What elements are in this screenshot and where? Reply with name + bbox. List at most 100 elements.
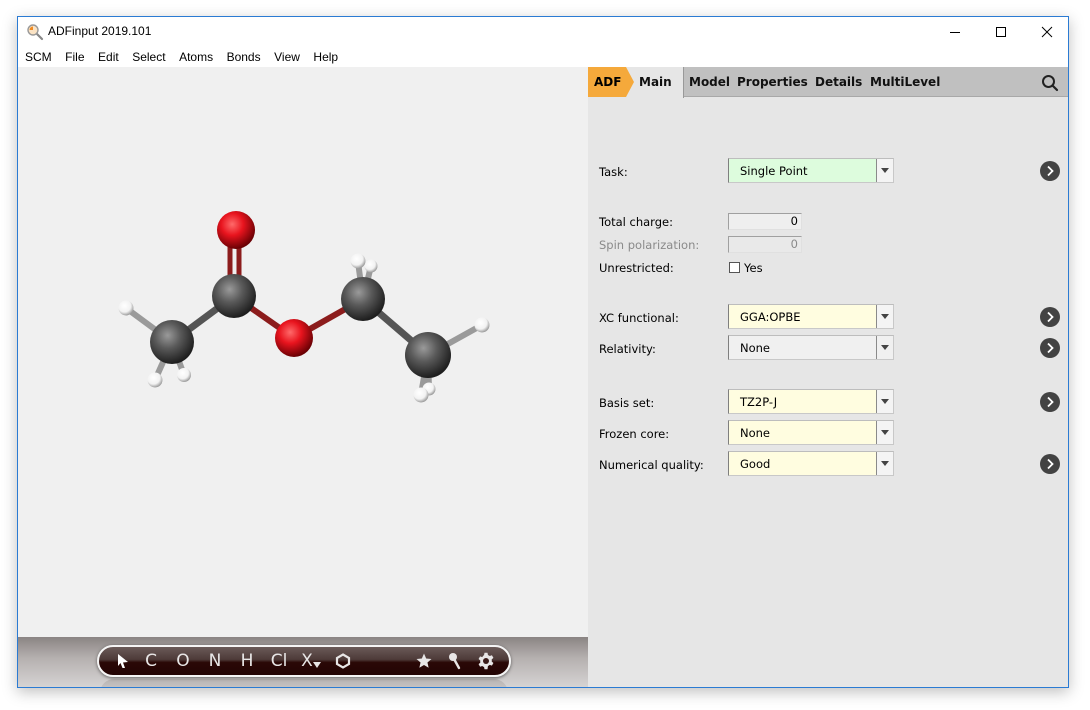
favorites-button[interactable] <box>413 647 435 675</box>
atom-h[interactable] <box>177 368 191 382</box>
basis-set-value: TZ2P-J <box>740 395 778 409</box>
tools-button[interactable] <box>445 647 465 675</box>
chevron-right-icon <box>1047 311 1054 323</box>
close-button[interactable] <box>1024 17 1068 47</box>
build-toolbar-strip: C O N H Cl X <box>18 637 588 687</box>
atom-h[interactable] <box>350 253 366 269</box>
element-n-button[interactable]: N <box>205 647 225 675</box>
tab-multilevel[interactable]: MultiLevel <box>870 75 940 89</box>
atom-c[interactable] <box>150 320 194 364</box>
build-toolbar: C O N H Cl X <box>97 645 511 677</box>
hexagon-icon <box>335 653 351 669</box>
chevron-down-icon <box>881 314 889 319</box>
atom-c[interactable] <box>341 277 385 321</box>
task-value: Single Point <box>740 164 808 178</box>
element-o-button[interactable]: O <box>173 647 193 675</box>
menu-scm[interactable]: SCM <box>25 50 52 64</box>
element-cl-button[interactable]: Cl <box>267 647 291 675</box>
task-select[interactable]: Single Point <box>728 158 894 183</box>
element-c-button[interactable]: C <box>141 647 161 675</box>
relativity-select[interactable]: None <box>728 335 894 360</box>
numerical-quality-details-button[interactable] <box>1040 454 1060 474</box>
frozen-core-label: Frozen core: <box>599 427 670 441</box>
xc-functional-dropdown-button[interactable] <box>876 305 893 328</box>
tab-properties[interactable]: Properties <box>737 75 808 89</box>
task-details-button[interactable] <box>1040 161 1060 181</box>
menu-select[interactable]: Select <box>132 50 165 64</box>
pin-icon <box>449 653 461 670</box>
molecule-view[interactable] <box>18 67 588 638</box>
minimize-icon <box>950 32 960 33</box>
select-tool-button[interactable] <box>113 647 133 675</box>
basis-set-details-button[interactable] <box>1040 392 1060 412</box>
menu-edit[interactable]: Edit <box>98 50 119 64</box>
relativity-details-button[interactable] <box>1040 338 1060 358</box>
chevron-down-icon <box>881 399 889 404</box>
settings-button[interactable] <box>475 647 497 675</box>
atom-o[interactable] <box>217 211 255 249</box>
atom-c[interactable] <box>212 274 256 318</box>
toolbar-reflection <box>100 679 508 687</box>
unrestricted-checkbox[interactable] <box>729 262 740 273</box>
search-icon <box>1042 75 1059 92</box>
menu-bonds[interactable]: Bonds <box>227 50 261 64</box>
element-h-button[interactable]: H <box>237 647 257 675</box>
star-icon <box>416 653 432 668</box>
close-icon <box>1041 26 1053 38</box>
element-x-dropdown[interactable] <box>313 651 321 679</box>
basis-set-dropdown-button[interactable] <box>876 390 893 413</box>
spin-polarization-label: Spin polarization: <box>599 238 700 252</box>
basis-set-select[interactable]: TZ2P-J <box>728 389 894 414</box>
tab-main[interactable]: Main <box>639 75 672 89</box>
xc-functional-details-button[interactable] <box>1040 307 1060 327</box>
title-bar: ADFinput 2019.101 <box>18 17 1068 47</box>
spin-polarization-input[interactable]: 0 <box>728 236 802 253</box>
frozen-core-value: None <box>740 426 771 440</box>
menu-atoms[interactable]: Atoms <box>179 50 213 64</box>
atom-h[interactable] <box>413 387 429 403</box>
chevron-down-icon <box>881 345 889 350</box>
minimize-button[interactable] <box>932 17 978 47</box>
chevron-down-icon <box>881 461 889 466</box>
menu-file[interactable]: File <box>65 50 84 64</box>
numerical-quality-label: Numerical quality: <box>599 458 704 472</box>
frozen-core-select[interactable]: None <box>728 420 894 445</box>
numerical-quality-select[interactable]: Good <box>728 451 894 476</box>
search-button[interactable] <box>1040 73 1060 93</box>
xc-functional-select[interactable]: GGA:OPBE <box>728 304 894 329</box>
total-charge-label: Total charge: <box>599 215 673 229</box>
atom-h[interactable] <box>147 372 163 388</box>
chevron-down-icon <box>881 430 889 435</box>
relativity-dropdown-button[interactable] <box>876 336 893 359</box>
atom-h[interactable] <box>474 317 490 333</box>
chevron-down-icon <box>881 168 889 173</box>
frozen-core-dropdown-button[interactable] <box>876 421 893 444</box>
engine-tab-adf[interactable]: ADF <box>588 67 634 97</box>
atom-h[interactable] <box>118 300 134 316</box>
ring-tool-button[interactable] <box>333 647 353 675</box>
chevron-right-icon <box>1047 396 1054 408</box>
menu-help[interactable]: Help <box>313 50 338 64</box>
task-dropdown-button[interactable] <box>876 159 893 182</box>
molecule-viewport[interactable] <box>18 67 588 638</box>
unrestricted-option-label[interactable]: Yes <box>744 261 763 275</box>
menu-view[interactable]: View <box>274 50 300 64</box>
gear-icon <box>478 652 494 670</box>
atom-c[interactable] <box>405 332 451 378</box>
maximize-button[interactable] <box>978 17 1024 47</box>
chevron-right-icon <box>1047 342 1054 354</box>
menu-bar: SCM File Edit Select Atoms Bonds View He… <box>18 47 1068 67</box>
unrestricted-label: Unrestricted: <box>599 261 674 275</box>
relativity-value: None <box>740 341 771 355</box>
numerical-quality-dropdown-button[interactable] <box>876 452 893 475</box>
atom-o[interactable] <box>275 319 313 357</box>
app-window: ADFinput 2019.101 SCM File Edit Select A… <box>17 16 1069 688</box>
relativity-label: Relativity: <box>599 342 656 356</box>
tab-model[interactable]: Model <box>689 75 730 89</box>
total-charge-input[interactable]: 0 <box>728 213 802 230</box>
settings-panel: ADF Main Model Properties Details MultiL… <box>588 67 1068 687</box>
panel-tab-bar: ADF Main Model Properties Details MultiL… <box>588 67 1068 98</box>
atom-h[interactable] <box>364 259 378 273</box>
chevron-right-icon <box>1047 458 1054 470</box>
tab-details[interactable]: Details <box>815 75 862 89</box>
